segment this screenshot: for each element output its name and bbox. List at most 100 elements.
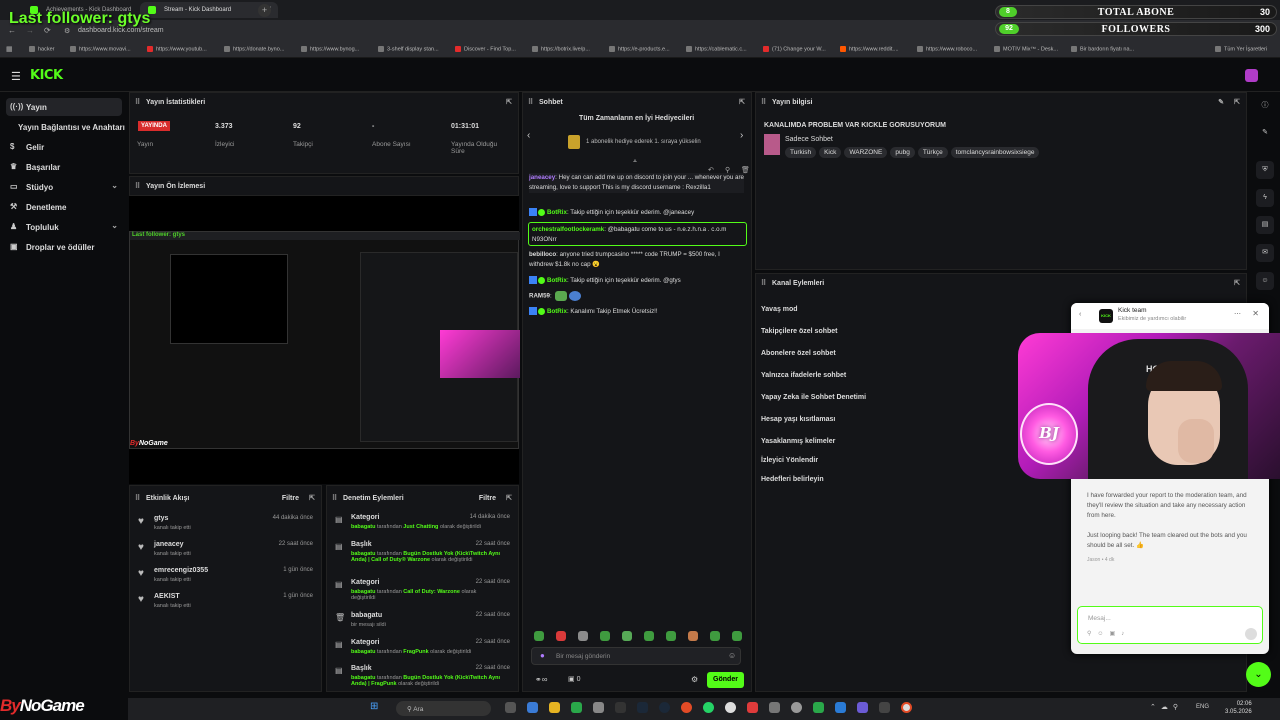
chat-message[interactable]: BotRix: Takip ettiğin için teşekkür eder…	[529, 276, 744, 286]
app-icon[interactable]	[571, 702, 582, 713]
chat-message-highlighted[interactable]: orchestralfootlockeramk: @babagatu come …	[528, 222, 747, 246]
drag-handle-icon[interactable]: ⠿	[135, 494, 140, 502]
mic-icon[interactable]: ●	[540, 651, 545, 660]
whatsapp-icon[interactable]	[703, 702, 714, 713]
clock[interactable]: 02:06 3.05.2026	[1225, 700, 1252, 716]
edit-icon[interactable]: ✎	[1256, 124, 1274, 142]
close-icon[interactable]: ✕	[1252, 309, 1259, 318]
emote-icon[interactable]	[534, 631, 544, 641]
chevron-left-icon[interactable]: ‹	[527, 130, 530, 141]
emote-icon[interactable]	[666, 631, 676, 641]
sidebar-item-topluluk[interactable]: ♟ Topluluk ⌄	[6, 218, 122, 236]
sidebar-item-yayin[interactable]: ((·)) Yayın	[6, 98, 122, 116]
drag-handle-icon[interactable]: ⠿	[528, 98, 533, 106]
avatar[interactable]	[1245, 69, 1258, 82]
action-emote-only[interactable]: Yalnızca ifadelerle sohbet	[761, 372, 846, 379]
bookmark[interactable]: https://www.movavi...	[70, 46, 131, 52]
info-icon[interactable]: ⓘ	[1256, 97, 1274, 115]
bookmark[interactable]: https://e-products.e...	[609, 46, 670, 52]
support-chat-toggle-button[interactable]: ⌄	[1246, 662, 1271, 687]
app-icon[interactable]	[857, 702, 868, 713]
chat-message[interactable]: bebilloco: anyone tried trumpcasino ****…	[529, 250, 744, 270]
menu-icon[interactable]: ☰	[11, 70, 21, 83]
bookmark[interactable]: 3-shelf display stan...	[378, 46, 439, 52]
bookmark[interactable]: https://www.roboco...	[917, 46, 977, 52]
emote-icon[interactable]	[556, 631, 566, 641]
taskbar-search[interactable]: ⚲ Ara	[396, 701, 491, 716]
action-ai-moderation[interactable]: Yapay Zeka ile Sohbet Denetimi	[761, 394, 866, 401]
action-goals[interactable]: Hedefleri belirleyin	[761, 476, 824, 483]
popout-icon[interactable]: ⇱	[309, 494, 315, 502]
app-icon[interactable]	[615, 702, 626, 713]
sidebar-item-denetleme[interactable]: ⚒ Denetleme	[6, 198, 122, 216]
bookmark-all[interactable]: Tüm Yer İşaretleri	[1215, 46, 1267, 52]
bookmark[interactable]: https://www.reddit....	[840, 46, 899, 52]
bookmark[interactable]: Discover - Find Top...	[455, 46, 516, 52]
app-icon[interactable]	[747, 702, 758, 713]
app-icon[interactable]	[835, 702, 846, 713]
bookmark[interactable]: Bir bardorın fiyatı na...	[1071, 46, 1134, 52]
app-icon[interactable]	[681, 702, 692, 713]
drag-handle-icon[interactable]: ⠿	[761, 98, 766, 106]
action-banned-words[interactable]: Yasaklanmış kelimeler	[761, 438, 835, 445]
support-input-tools[interactable]: ⚲☺▣♪	[1087, 630, 1130, 637]
popout-icon[interactable]: ⇱	[1234, 279, 1240, 287]
popout-icon[interactable]: ⇱	[506, 98, 512, 106]
action-subs-only[interactable]: Abonelere özel sohbet	[761, 350, 836, 357]
tag[interactable]: WARZONE	[844, 147, 888, 158]
clipboard-icon[interactable]: ▤	[1256, 216, 1274, 234]
emote-icon[interactable]	[732, 631, 742, 641]
emote-icon[interactable]	[644, 631, 654, 641]
sidebar-item-basarilar[interactable]: ♛ Başarılar	[6, 158, 122, 176]
bookmark[interactable]: (71) Change your W...	[763, 46, 826, 52]
windows-start-icon[interactable]: ⊞	[370, 701, 378, 712]
send-icon[interactable]	[1245, 628, 1257, 640]
settings-icon[interactable]: ⚙	[691, 675, 698, 684]
folder-icon[interactable]	[549, 702, 560, 713]
tag[interactable]: Kick	[819, 147, 842, 158]
tag[interactable]: tomclancysrainbowsixsiege	[950, 147, 1040, 158]
back-icon[interactable]: ‹	[1079, 311, 1081, 318]
action-slow-mode[interactable]: Yavaş mod	[761, 306, 798, 313]
taskview-icon[interactable]	[505, 702, 516, 713]
bookmark[interactable]: https://www.youtub...	[147, 46, 207, 52]
emoji-icon[interactable]: ☺	[728, 651, 736, 660]
emote-icon[interactable]	[578, 631, 588, 641]
edit-icon[interactable]: ✎	[1218, 98, 1224, 106]
emote-icon[interactable]	[710, 631, 720, 641]
emote-icon[interactable]	[688, 631, 698, 641]
popout-icon[interactable]: ⇱	[506, 494, 512, 502]
send-button[interactable]: Gönder	[707, 672, 744, 688]
drag-handle-icon[interactable]: ⠿	[332, 494, 337, 502]
chat-message[interactable]: BotRix: Kanalımı Takip Etmek Ücretsiz!!	[529, 307, 744, 317]
new-tab-button[interactable]: +	[258, 4, 271, 17]
filter-button[interactable]: Filtre	[282, 495, 299, 502]
sidebar-item-stream-key[interactable]: Yayın Bağlantısı ve Anahtarı	[18, 123, 125, 132]
action-followers-only[interactable]: Takipçilere özel sohbet	[761, 328, 838, 335]
app-icon[interactable]	[813, 702, 824, 713]
support-message-input[interactable]: Mesaj...	[1077, 606, 1263, 644]
bolt-icon[interactable]: ϟ	[1256, 189, 1274, 207]
bookmark[interactable]: https://www.bynog...	[301, 46, 359, 52]
emote-icon[interactable]	[600, 631, 610, 641]
action-raid[interactable]: İzleyici Yönlendir	[761, 457, 818, 464]
site-info-icon[interactable]: ⚙	[64, 27, 70, 35]
app-icon[interactable]	[769, 702, 780, 713]
chat-message[interactable]: janeacey: Hey can can add me up on disco…	[529, 173, 744, 193]
drag-handle-icon[interactable]: ⠿	[761, 279, 766, 287]
popout-icon[interactable]: ⇱	[1234, 98, 1240, 106]
kick-logo[interactable]: KICK	[30, 68, 63, 83]
tag[interactable]: Türkçe	[917, 147, 948, 158]
url-text[interactable]: dashboard.kick.com/stream	[78, 27, 164, 34]
chrome-icon[interactable]	[901, 702, 912, 713]
app-icon[interactable]	[725, 702, 736, 713]
infinity-icon[interactable]: ⚭∞	[535, 675, 547, 684]
tray-icons[interactable]: ⌃☁⚲	[1150, 703, 1183, 711]
app-icon[interactable]	[593, 702, 604, 713]
category-name[interactable]: Sadece Sohbet	[785, 136, 833, 143]
tag[interactable]: Turkish	[785, 147, 817, 158]
sidebar-item-studyo[interactable]: ▭ Stüdyo ⌄	[6, 178, 122, 196]
app-icon[interactable]	[791, 702, 802, 713]
bookmark[interactable]: https://cablematic.c...	[686, 46, 747, 52]
emote-icon[interactable]	[622, 631, 632, 641]
